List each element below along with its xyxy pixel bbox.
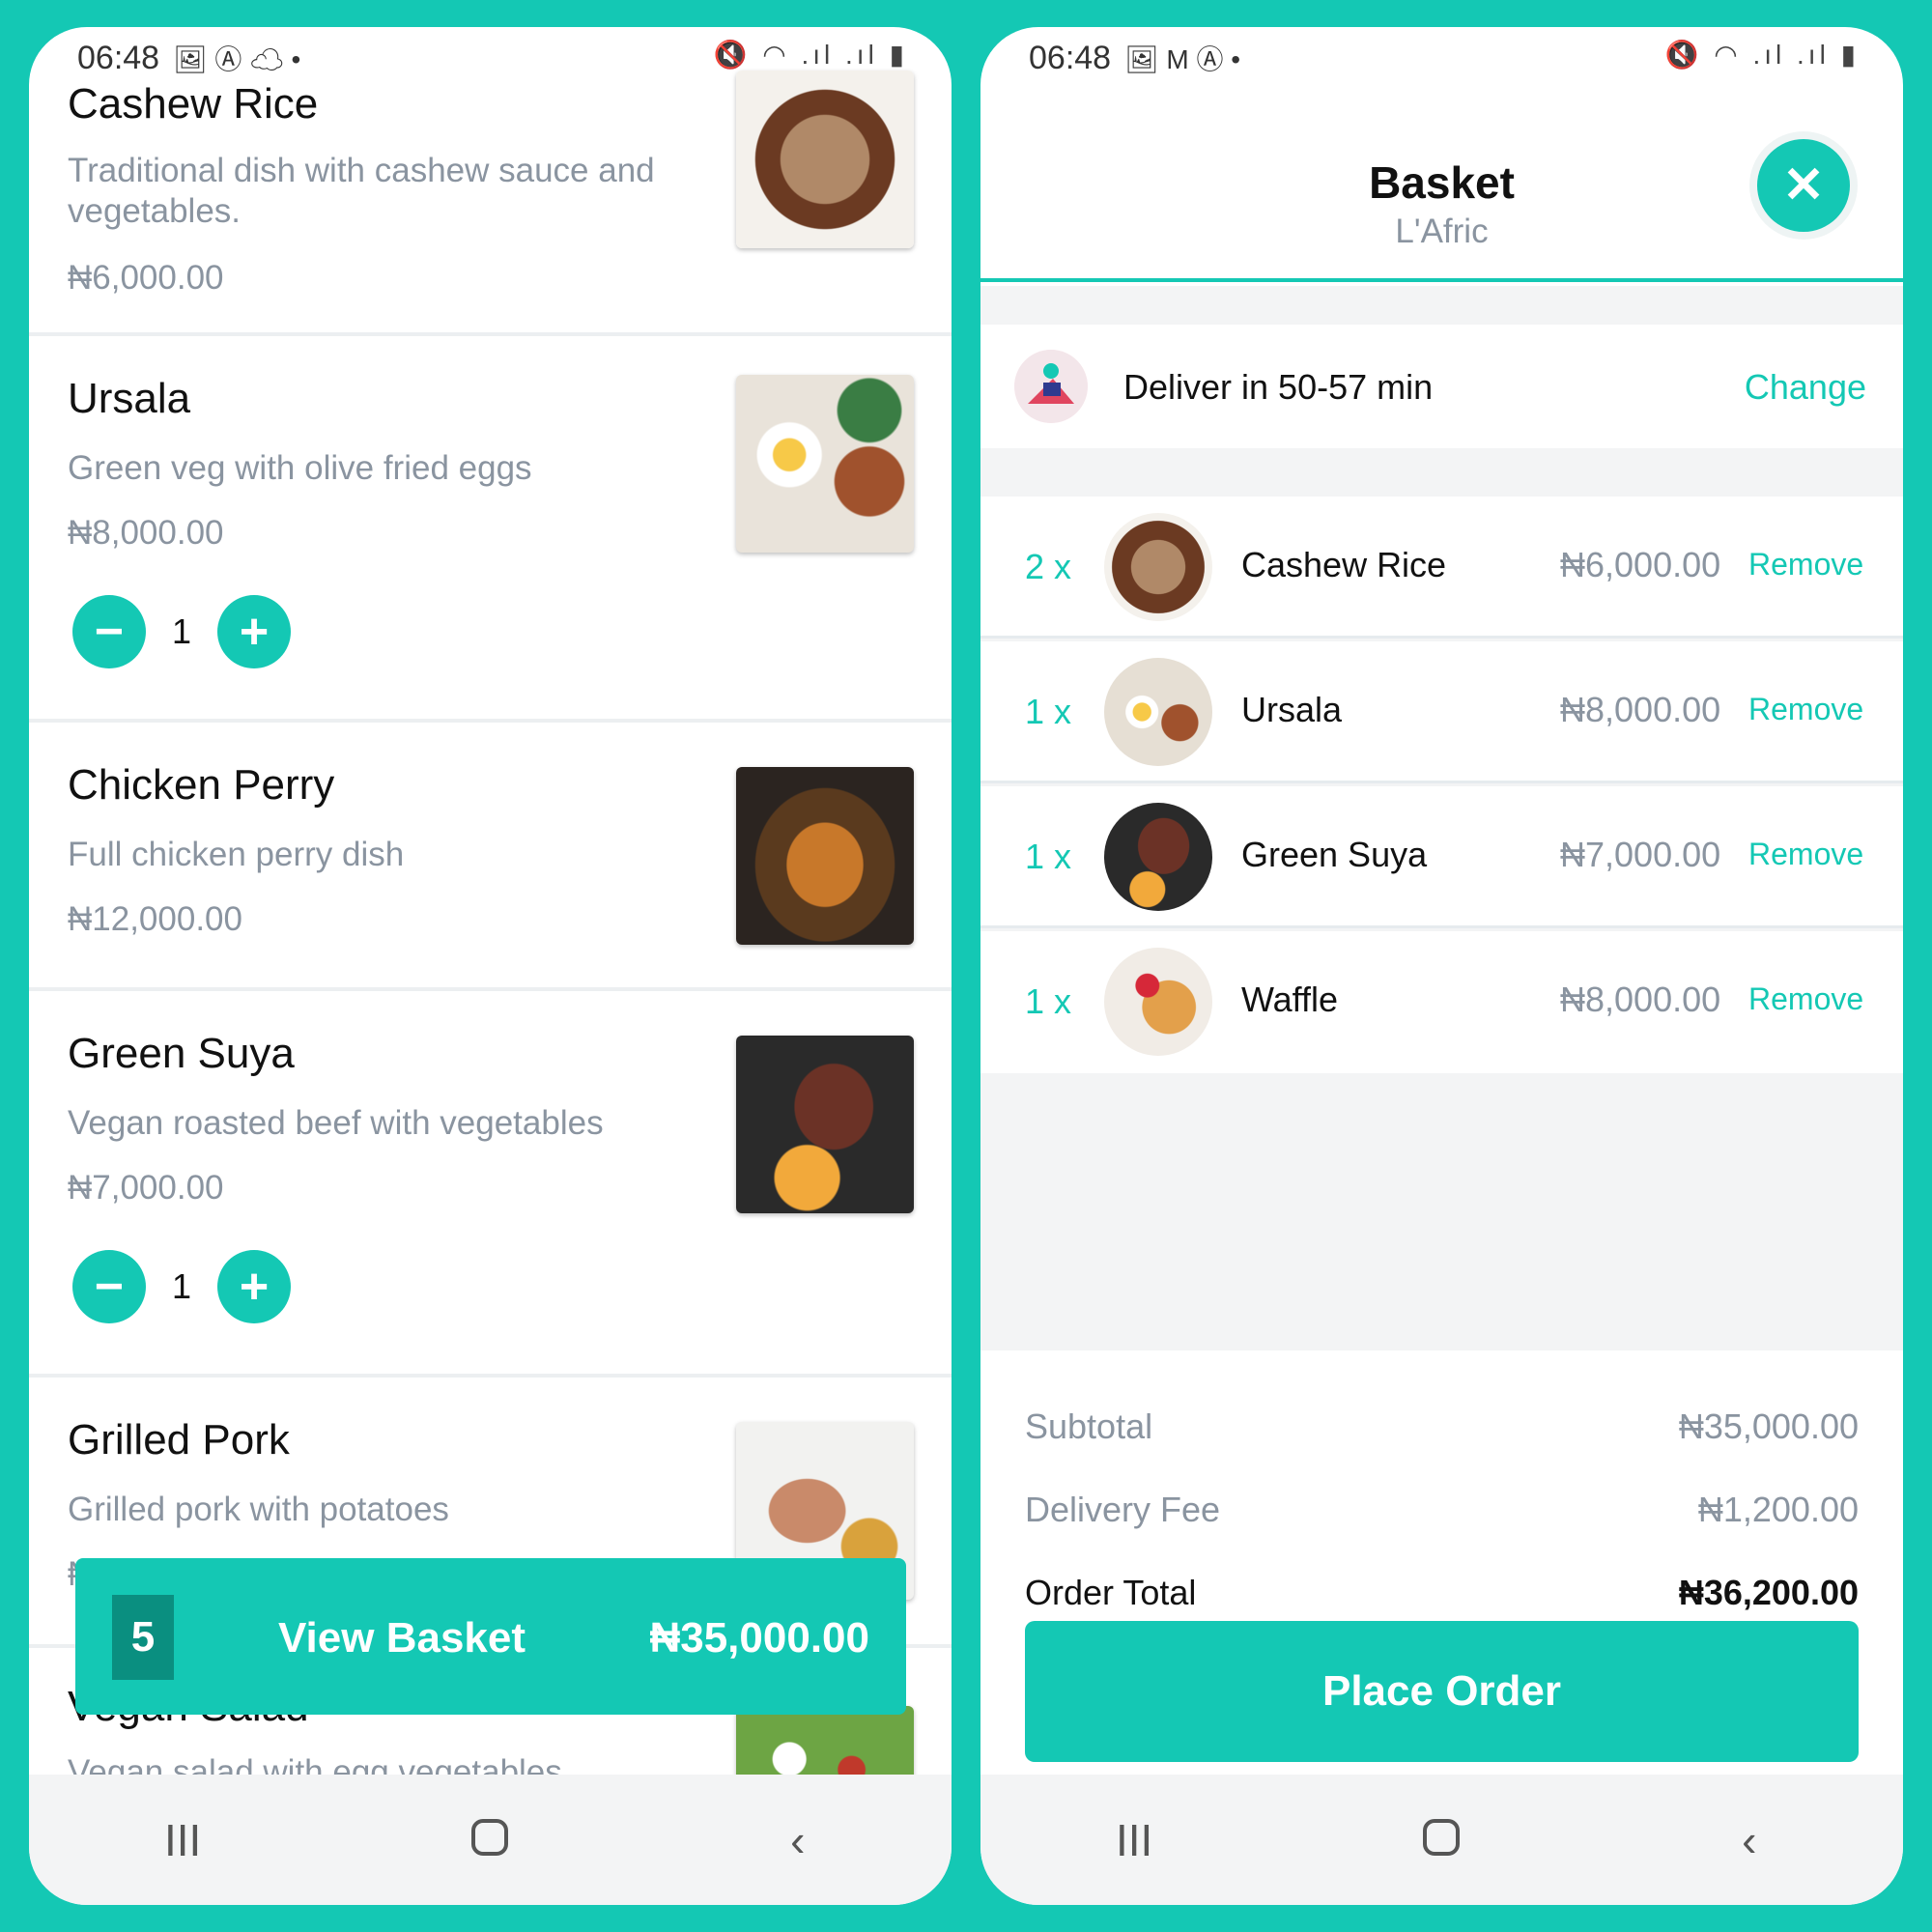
basket-total: ₦35,000.00 — [649, 1614, 869, 1662]
decrease-button[interactable]: − — [72, 595, 146, 668]
system-nav-bar: III ‹ — [29, 1775, 952, 1905]
item-price: ₦7,000.00 — [68, 1169, 224, 1207]
item-quantity: 1 x — [1025, 837, 1072, 876]
remove-button[interactable]: Remove — [1748, 547, 1863, 582]
delivery-time: Deliver in 50-57 min — [1123, 367, 1434, 407]
item-price: ₦12,000.00 — [68, 900, 242, 938]
notification-icons: 🖼 M Ⓐ • — [1124, 44, 1241, 74]
system-icons: 🔇 ◠ .ıl .ıl ▮ — [1664, 40, 1860, 70]
status-bar: 06:48 🖼 Ⓐ ☁ • 🔇 ◠ .ıl .ıl ▮ — [29, 27, 952, 89]
delivery-icon — [1014, 350, 1088, 423]
recents-icon[interactable]: III — [1076, 1814, 1192, 1866]
cart-item: 1 x Green Suya ₦7,000.00 Remove — [980, 786, 1903, 928]
item-name: Cashew Rice — [1241, 545, 1447, 584]
item-name: Waffle — [1241, 980, 1339, 1019]
item-price: ₦8,000.00 — [1560, 690, 1721, 729]
item-description: Traditional dish with cashew sauce and v… — [68, 152, 655, 230]
remove-button[interactable]: Remove — [1748, 692, 1863, 727]
item-description: Grilled pork with potatoes — [68, 1491, 449, 1528]
quantity-value: 1 — [171, 611, 192, 651]
item-description: Green veg with olive fried eggs — [68, 449, 532, 487]
cashew-rice-image — [736, 71, 914, 248]
back-icon[interactable]: ‹ — [740, 1814, 856, 1866]
item-name: Chicken Perry — [68, 761, 335, 809]
delivery-fee-value: ₦1,200.00 — [1697, 1490, 1859, 1529]
ursala-image — [736, 375, 914, 553]
ursala-image — [1104, 658, 1212, 766]
item-quantity: 1 x — [1025, 692, 1072, 731]
status-time: 06:48 — [1029, 39, 1112, 76]
remove-button[interactable]: Remove — [1748, 981, 1863, 1017]
remove-button[interactable]: Remove — [1748, 837, 1863, 872]
status-bar: 06:48 🖼 M Ⓐ • 🔇 ◠ .ıl .ıl ▮ — [980, 27, 1903, 89]
view-basket-label: View Basket — [278, 1614, 526, 1662]
item-description: Full chicken perry dish — [68, 836, 405, 873]
menu-item[interactable]: Ursala Green veg with olive fried eggs ₦… — [29, 336, 952, 723]
green-suya-image — [1104, 803, 1212, 911]
home-icon[interactable] — [432, 1814, 548, 1866]
item-price: ₦6,000.00 — [68, 259, 224, 297]
basket-header: Basket L'Afric ✕ — [980, 89, 1903, 282]
back-icon[interactable]: ‹ — [1691, 1814, 1807, 1866]
item-name: Grilled Pork — [68, 1416, 290, 1463]
green-suya-image — [736, 1036, 914, 1213]
order-total-row: Order Total ₦36,200.00 — [1025, 1573, 1859, 1613]
item-price: ₦8,000.00 — [68, 514, 224, 552]
home-icon[interactable] — [1383, 1814, 1499, 1866]
item-quantity: 1 x — [1025, 981, 1072, 1021]
chicken-perry-image — [736, 767, 914, 945]
menu-screen: 06:48 🖼 Ⓐ ☁ • 🔇 ◠ .ıl .ıl ▮ Cashew Rice T… — [29, 27, 952, 1905]
delivery-fee-row: Delivery Fee ₦1,200.00 — [1025, 1490, 1859, 1530]
system-nav-bar: III ‹ — [980, 1775, 1903, 1905]
quantity-value: 1 — [171, 1266, 192, 1306]
quantity-stepper: − 1 + — [72, 595, 291, 668]
item-description: Vegan roasted beef with vegetables — [68, 1104, 604, 1142]
delivery-row: Deliver in 50-57 min Change — [980, 325, 1903, 448]
change-delivery-link[interactable]: Change — [1745, 367, 1866, 408]
item-name: Green Suya — [68, 1030, 295, 1077]
subtotal-value: ₦35,000.00 — [1678, 1406, 1859, 1446]
system-icons: 🔇 ◠ .ıl .ıl ▮ — [713, 40, 908, 70]
order-total-label: Order Total — [1025, 1573, 1197, 1612]
restaurant-name: L'Afric — [1395, 213, 1489, 250]
subtotal-label: Subtotal — [1025, 1406, 1153, 1446]
increase-button[interactable]: + — [217, 595, 291, 668]
delivery-fee-label: Delivery Fee — [1025, 1490, 1221, 1529]
cart-item: 1 x Waffle ₦8,000.00 Remove — [980, 931, 1903, 1073]
decrease-button[interactable]: − — [72, 1250, 146, 1323]
view-basket-button[interactable]: 5 View Basket ₦35,000.00 — [75, 1558, 906, 1715]
close-button[interactable]: ✕ — [1757, 139, 1850, 232]
menu-item[interactable]: Green Suya Vegan roasted beef with veget… — [29, 991, 952, 1378]
item-name: Ursala — [68, 375, 191, 422]
cashew-rice-image — [1104, 513, 1212, 621]
cart-item: 2 x Cashew Rice ₦6,000.00 Remove — [980, 497, 1903, 639]
subtotal-row: Subtotal ₦35,000.00 — [1025, 1406, 1859, 1447]
item-price: ₦8,000.00 — [1560, 980, 1721, 1019]
basket-screen: 06:48 🖼 M Ⓐ • 🔇 ◠ .ıl .ıl ▮ Basket L'Afri… — [980, 27, 1903, 1905]
item-name: Ursala — [1241, 690, 1343, 729]
status-time: 06:48 — [77, 39, 160, 76]
menu-item[interactable]: Chicken Perry Full chicken perry dish ₦1… — [29, 723, 952, 991]
notification-icons: 🖼 Ⓐ ☁ • — [173, 44, 301, 74]
item-price: ₦7,000.00 — [1560, 835, 1721, 874]
item-name: Green Suya — [1241, 835, 1428, 874]
cart-item: 1 x Ursala ₦8,000.00 Remove — [980, 641, 1903, 783]
item-quantity: 2 x — [1025, 547, 1072, 586]
order-total-value: ₦36,200.00 — [1678, 1573, 1859, 1612]
increase-button[interactable]: + — [217, 1250, 291, 1323]
recents-icon[interactable]: III — [125, 1814, 241, 1866]
basket-count-badge: 5 — [112, 1595, 174, 1680]
item-price: ₦6,000.00 — [1560, 545, 1721, 584]
place-order-button[interactable]: Place Order — [1025, 1621, 1859, 1762]
quantity-stepper: − 1 + — [72, 1250, 291, 1323]
waffle-image — [1104, 948, 1212, 1056]
